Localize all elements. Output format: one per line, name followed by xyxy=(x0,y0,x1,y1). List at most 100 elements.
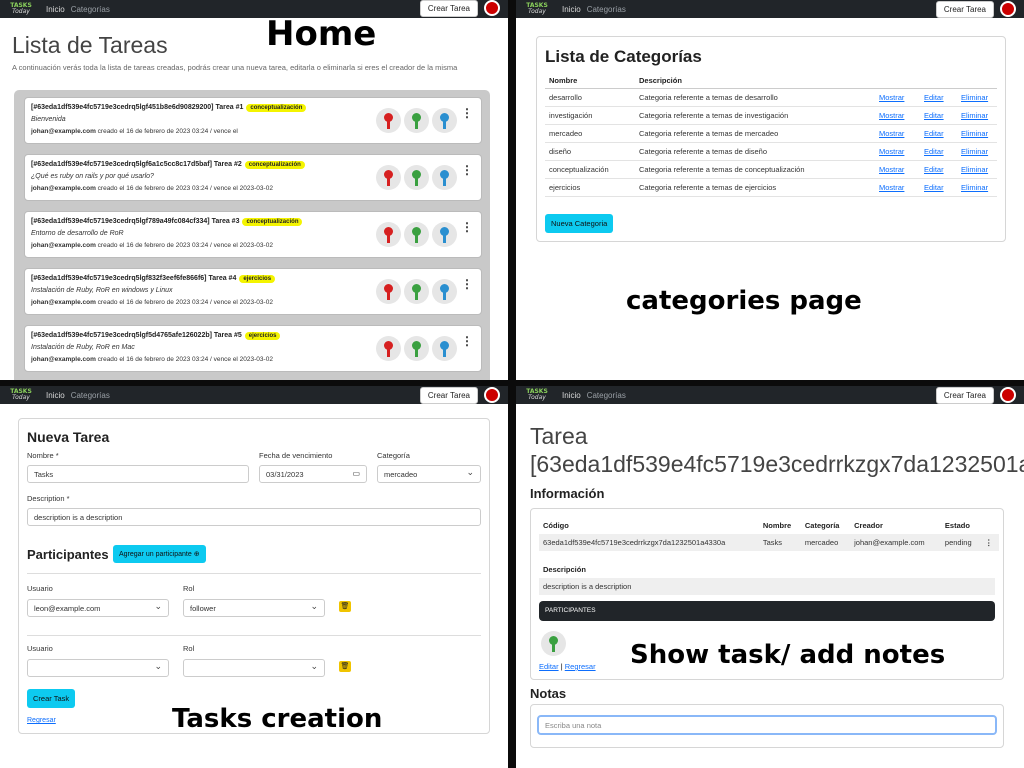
separator: | xyxy=(560,662,563,671)
edit-link[interactable]: Editar xyxy=(920,178,957,197)
show-link[interactable]: Mostrar xyxy=(875,124,920,143)
show-link[interactable]: Mostrar xyxy=(875,142,920,161)
participant-avatars xyxy=(376,108,457,133)
kebab-menu-icon[interactable]: ⋮ xyxy=(981,534,999,551)
page-description: A continuación verás toda la lista de ta… xyxy=(12,63,458,72)
nav-categorias[interactable]: Categorías xyxy=(71,391,110,400)
category-description: Categoria referente a temas de investiga… xyxy=(635,106,875,125)
show-link[interactable]: Mostrar xyxy=(875,88,920,107)
description-box: Descripción description is a description xyxy=(539,561,995,595)
app-logo[interactable]: TASKS Today xyxy=(8,3,34,15)
task-creator: johan@example.com xyxy=(31,299,96,306)
task-description: ¿Qué es ruby on rails y por qué usarlo? xyxy=(31,173,154,180)
back-link[interactable]: Regresar xyxy=(565,662,596,671)
add-participant-label: Agregar un participante xyxy=(119,551,192,558)
back-link[interactable]: Regresar xyxy=(27,717,56,724)
trash-icon[interactable]: 🗑 xyxy=(339,661,351,672)
app-logo[interactable]: TASKS Today xyxy=(8,389,34,401)
due-date-value: 03/31/2023 xyxy=(266,470,304,479)
description-input[interactable]: description is a description xyxy=(27,508,481,526)
nav-inicio[interactable]: Inicio xyxy=(562,5,581,14)
task-card[interactable]: [#63eda1df539e4fc5719e3cedrq5lgf789a49fc… xyxy=(24,211,482,258)
delete-link[interactable]: Eliminar xyxy=(957,178,997,197)
crear-tarea-button[interactable]: Crear Tarea xyxy=(419,0,478,17)
category-select[interactable]: mercadeo xyxy=(377,465,481,483)
participant-avatars xyxy=(376,336,457,361)
edit-link[interactable]: Editar xyxy=(920,88,957,107)
delete-link[interactable]: Eliminar xyxy=(957,142,997,161)
participants-bar: PARTICIPANTES xyxy=(539,601,995,621)
nueva-categoria-button[interactable]: Nueva Categoria xyxy=(545,214,614,233)
crear-tarea-button[interactable]: Crear Tarea xyxy=(935,386,994,404)
edit-link[interactable]: Editar xyxy=(920,160,957,179)
delete-link[interactable]: Eliminar xyxy=(957,124,997,143)
task-card[interactable]: [#63eda1df539e4fc5719e3cedrq5lgf832f3eef… xyxy=(24,268,482,315)
crear-tarea-button[interactable]: Crear Tarea xyxy=(935,0,994,18)
edit-link[interactable]: Editar xyxy=(920,142,957,161)
column-header-empty xyxy=(920,73,957,89)
category-badge: conceptualización xyxy=(246,104,307,112)
delete-link[interactable]: Eliminar xyxy=(957,88,997,107)
task-meta: johan@example.com creado el 16 de febrer… xyxy=(31,242,273,249)
column-header-empty xyxy=(981,517,999,534)
divider xyxy=(27,635,481,636)
app-logo[interactable]: TASKS Today xyxy=(524,389,550,401)
task-card[interactable]: [#63eda1df539e4fc5719e3cedrq5lgf5d4765af… xyxy=(24,325,482,372)
edit-link[interactable]: Editar xyxy=(539,662,559,671)
kebab-menu-icon[interactable]: ⋮ xyxy=(461,335,473,347)
category-name: conceptualización xyxy=(545,160,635,179)
edit-link[interactable]: Editar xyxy=(920,124,957,143)
participant-user-select-empty[interactable] xyxy=(27,659,169,677)
edit-link[interactable]: Editar xyxy=(920,106,957,125)
nav-inicio[interactable]: Inicio xyxy=(562,391,581,400)
caption-categories: categories page xyxy=(626,286,862,316)
trash-icon[interactable]: 🗑 xyxy=(339,601,351,612)
kebab-menu-icon[interactable]: ⋮ xyxy=(461,221,473,233)
create-task-button[interactable]: Crear Task xyxy=(27,689,76,708)
navbar: TASKS Today Inicio Categorías Crear Tare… xyxy=(0,0,508,18)
task-description: Entorno de desarrollo de RoR xyxy=(31,230,124,237)
app-logo[interactable]: TASKS Today xyxy=(524,3,550,15)
note-input[interactable]: Escriba una nota xyxy=(537,715,997,735)
name-input[interactable]: Tasks xyxy=(27,465,249,483)
column-header-codigo: Código xyxy=(543,521,569,530)
column-header-empty xyxy=(875,73,920,89)
show-link[interactable]: Mostrar xyxy=(875,160,920,179)
new-task-form: Nueva Tarea Nombre * Tasks Fecha de venc… xyxy=(18,418,490,734)
kebab-menu-icon[interactable]: ⋮ xyxy=(461,278,473,290)
task-dates: creado el 16 de febrero de 2023 03:24 / … xyxy=(95,128,238,135)
participant-user-select[interactable]: leon@example.com xyxy=(27,599,169,617)
kebab-menu-icon[interactable]: ⋮ xyxy=(461,107,473,119)
participant-avatars xyxy=(376,222,457,247)
category-name: mercadeo xyxy=(545,124,635,143)
delete-link[interactable]: Eliminar xyxy=(957,106,997,125)
calendar-icon[interactable]: ▭ xyxy=(352,469,360,478)
table-header-row: Código Nombre Categoría Creador Estado xyxy=(539,517,999,534)
nav-categorias[interactable]: Categorías xyxy=(71,5,110,14)
user-avatar[interactable] xyxy=(484,387,500,403)
category-name: diseño xyxy=(545,142,635,161)
user-avatar[interactable] xyxy=(484,0,500,16)
navbar: TASKS Today Inicio Categorías Crear Tare… xyxy=(0,386,508,404)
kebab-menu-icon[interactable]: ⋮ xyxy=(461,164,473,176)
nav-categorias[interactable]: Categorías xyxy=(587,391,626,400)
crear-tarea-button[interactable]: Crear Tarea xyxy=(419,386,478,404)
participant-role-select[interactable]: follower xyxy=(183,599,325,617)
participant-role-select-empty[interactable] xyxy=(183,659,325,677)
due-date-input[interactable]: 03/31/2023 ▭ xyxy=(259,465,367,483)
nav-inicio[interactable]: Inicio xyxy=(46,5,65,14)
navbar: TASKS Today Inicio Categorías Crear Tare… xyxy=(516,0,1024,18)
nav-inicio[interactable]: Inicio xyxy=(46,391,65,400)
user-avatar[interactable] xyxy=(1000,1,1016,17)
column-header-nombre: Nombre xyxy=(762,521,792,530)
show-link[interactable]: Mostrar xyxy=(875,106,920,125)
delete-link[interactable]: Eliminar xyxy=(957,160,997,179)
user-avatar[interactable] xyxy=(1000,387,1016,403)
show-link[interactable]: Mostrar xyxy=(875,178,920,197)
nav-categorias[interactable]: Categorías xyxy=(587,5,626,14)
task-card[interactable]: [#63eda1df539e4fc5719e3cedrq5lgf6a1c5cc8… xyxy=(24,154,482,201)
task-card[interactable]: [#63eda1df539e4fc5719e3cedrq5lgf451b8e6d… xyxy=(24,97,482,144)
category-description: Categoria referente a temas de ejercicio… xyxy=(635,178,875,197)
add-participant-button[interactable]: Agregar un participante ⊕ xyxy=(113,545,206,563)
task-dates: creado el 16 de febrero de 2023 03:24 / … xyxy=(95,185,273,192)
